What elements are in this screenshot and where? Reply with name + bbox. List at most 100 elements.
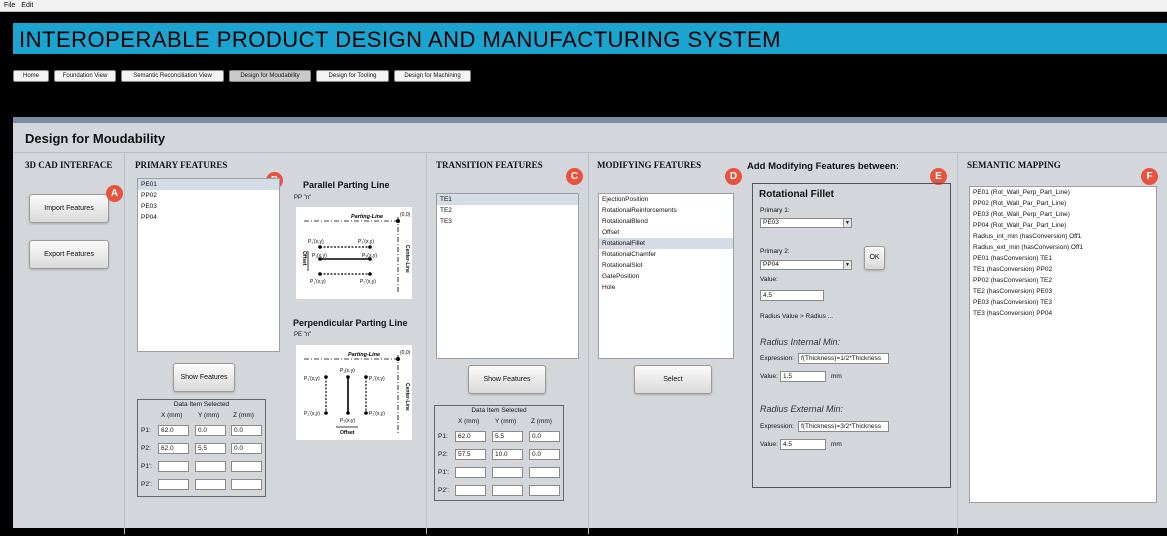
export-features-button[interactable]: Export Features xyxy=(29,240,109,269)
p1p-x-field[interactable] xyxy=(455,467,486,478)
tab-semantic-reconciliation[interactable]: Semantic Reconciliation View xyxy=(121,70,224,82)
p1-y-field[interactable]: 5.5 xyxy=(492,431,523,442)
primary-features-list[interactable]: PE01 PP02 PE03 PP04 xyxy=(137,178,280,352)
p2-x-field[interactable]: 57.5 xyxy=(455,449,486,460)
tab-foundation-view[interactable]: Foundation View xyxy=(54,70,116,82)
p2-z-field[interactable]: 0.0 xyxy=(529,449,560,460)
select-button[interactable]: Select xyxy=(634,365,712,394)
external-value-field[interactable]: 4.5 xyxy=(780,439,826,450)
radius-external-title: Radius External Min: xyxy=(760,404,844,414)
list-item[interactable]: RotationalSlot xyxy=(599,260,733,271)
value-label: Value: xyxy=(760,441,778,448)
list-item[interactable]: TE3 xyxy=(437,216,578,227)
list-item[interactable]: PE03 (hasConversion) TE3 xyxy=(970,297,1156,308)
chevron-down-icon[interactable]: ▼ xyxy=(843,219,851,227)
primary1-select[interactable]: PE03 ▼ xyxy=(760,218,852,228)
list-item[interactable]: RotationalFillet xyxy=(599,238,733,249)
p2p-x-field[interactable] xyxy=(158,479,189,490)
p1p-y-field[interactable] xyxy=(492,467,523,478)
tab-home[interactable]: Home xyxy=(13,70,49,82)
list-item[interactable]: TE2 (hasConversion) PE03 xyxy=(970,286,1156,297)
list-item[interactable]: Radius_ext_min (hasConversion) Off1 xyxy=(970,242,1156,253)
col-z-label: Z (mm) xyxy=(233,412,254,419)
p2p-x-field[interactable] xyxy=(455,485,486,496)
p2p-z-field[interactable] xyxy=(529,485,560,496)
menu-bar: File Edit xyxy=(0,0,1167,12)
p1-prime-label: P₁'(x,y) xyxy=(308,239,324,245)
internal-value-field[interactable]: 1.5 xyxy=(780,371,826,382)
p2p-y-field[interactable] xyxy=(195,479,226,490)
list-item[interactable]: TE1 (hasConversion) PP02 xyxy=(970,264,1156,275)
p1-x-field[interactable]: 62.0 xyxy=(455,431,486,442)
panel-title: Rotational Fillet xyxy=(759,189,834,200)
list-item[interactable]: TE3 (hasConversion) PP04 xyxy=(970,308,1156,319)
list-item[interactable]: PE01 (hasConversion) TE1 xyxy=(970,253,1156,264)
list-item[interactable]: PE03 xyxy=(138,201,279,212)
primary-show-features-button[interactable]: Show Features xyxy=(173,363,235,392)
p1-y-field[interactable]: 0.0 xyxy=(195,425,226,436)
value-field[interactable]: 4.5 xyxy=(760,290,824,301)
external-expression-field[interactable]: f(Thickness)=3/2*Thickness xyxy=(798,421,889,432)
data-group-title: Data Item Selected xyxy=(173,401,230,408)
tab-design-machining[interactable]: Design for Machining xyxy=(394,70,471,82)
p2-y-field[interactable]: 5.5 xyxy=(195,443,226,454)
list-item[interactable]: PE01 (Rot_Wall_Perp_Part_Line) xyxy=(970,187,1156,198)
list-item[interactable]: Offset xyxy=(599,227,733,238)
list-item[interactable]: PE01 xyxy=(138,179,279,190)
list-item[interactable]: TE2 xyxy=(437,205,578,216)
tab-design-moudability[interactable]: Design for Moudability xyxy=(229,70,311,82)
semantic-mapping-list[interactable]: PE01 (Rot_Wall_Perp_Part_Line) PP02 (Rot… xyxy=(969,186,1157,503)
primary1-label: Primary 1: xyxy=(760,207,790,214)
menu-edit[interactable]: Edit xyxy=(19,1,35,10)
import-features-button[interactable]: Import Features xyxy=(29,194,109,223)
primary2-select[interactable]: PP04 ▼ xyxy=(760,260,852,270)
transition-features-list[interactable]: TE1 TE2 TE3 xyxy=(436,193,579,359)
list-item[interactable]: PP02 (hasConversion) TE2 xyxy=(970,275,1156,286)
origin-label: (0,0) xyxy=(400,350,411,356)
p1p-x-field[interactable] xyxy=(158,461,189,472)
tab-design-tooling[interactable]: Design for Tooling xyxy=(316,70,389,82)
p2-z-field[interactable]: 0.0 xyxy=(231,443,262,454)
list-item[interactable]: RotationalReinforcements xyxy=(599,205,733,216)
point xyxy=(318,272,322,276)
p1-z-field[interactable]: 0.0 xyxy=(529,431,560,442)
col-y-label: Y (mm) xyxy=(495,418,517,425)
divider xyxy=(588,153,589,534)
list-item[interactable]: PP04 (Rot_Wall_Par_Part_Line) xyxy=(970,220,1156,231)
p2p-z-field[interactable] xyxy=(231,479,262,490)
list-item[interactable]: Radius_int_min (hasConversion) Off1 xyxy=(970,231,1156,242)
modifying-features-list[interactable]: EjectionPosition RotationalReinforcement… xyxy=(598,193,734,359)
list-item[interactable]: GatePosition xyxy=(599,271,733,282)
transition-show-features-button[interactable]: Show Features xyxy=(468,365,546,394)
internal-expression-field[interactable]: f(Thickness)=1/2*Thickness xyxy=(798,353,889,364)
list-item[interactable]: Hole xyxy=(599,282,733,293)
ok-button[interactable]: OK xyxy=(864,246,885,270)
chevron-down-icon[interactable]: ▼ xyxy=(843,261,851,269)
list-item[interactable]: RotationalBlend xyxy=(599,216,733,227)
parallel-parting-sub: PP "n" xyxy=(294,195,312,201)
list-item[interactable]: PE03 (Rot_Wall_Perp_Part_Line) xyxy=(970,209,1156,220)
origin-label: (0,0) xyxy=(400,212,411,218)
list-item[interactable]: PP02 xyxy=(138,190,279,201)
p2p-y-field[interactable] xyxy=(492,485,523,496)
callout-badge-c: C xyxy=(566,168,583,185)
p1-x-field[interactable]: 62.0 xyxy=(158,425,189,436)
p2-y-field[interactable]: 10.0 xyxy=(492,449,523,460)
menu-file[interactable]: File xyxy=(2,1,17,10)
list-item[interactable]: PP02 (Rot_Wall_Par_Part_Line) xyxy=(970,198,1156,209)
p1-z-field[interactable]: 0.0 xyxy=(231,425,262,436)
list-item[interactable]: RotationalChamfer xyxy=(599,249,733,260)
divider xyxy=(13,152,1167,153)
parallel-parting-title: Parallel Parting Line xyxy=(303,180,390,190)
p1p-y-field[interactable] xyxy=(195,461,226,472)
point xyxy=(318,245,322,249)
p2-x-field[interactable]: 62.0 xyxy=(158,443,189,454)
list-item[interactable]: EjectionPosition xyxy=(599,194,733,205)
p1p-z-field[interactable] xyxy=(529,467,560,478)
list-item[interactable]: PP04 xyxy=(138,212,279,223)
p1p-z-field[interactable] xyxy=(231,461,262,472)
row-label: P2: xyxy=(141,445,151,452)
list-item[interactable]: TE1 xyxy=(437,194,578,205)
p1-prime-label: P₁'(x,y) xyxy=(304,376,320,382)
radius-rule-text: Radius Value > Radius ... xyxy=(760,313,834,320)
